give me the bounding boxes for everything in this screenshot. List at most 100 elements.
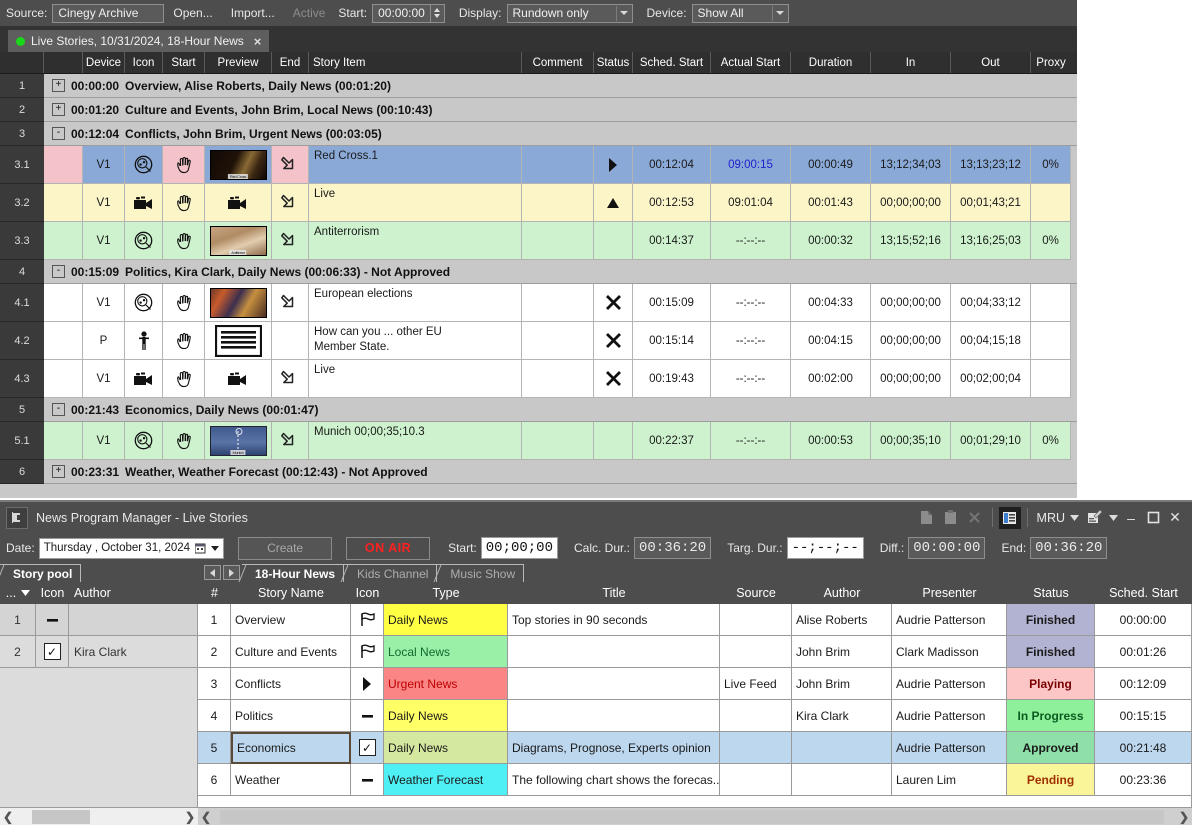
icon-cell[interactable]	[125, 184, 163, 222]
start-time-spin-buttons[interactable]	[430, 5, 444, 22]
close-icon[interactable]: ×	[254, 34, 262, 49]
start-time-spinner[interactable]: 00:00:00	[372, 4, 445, 23]
duration-cell[interactable]: 00:04:33	[791, 284, 871, 322]
out-cell[interactable]: 13;16;25;03	[951, 222, 1031, 260]
status-badge[interactable]: Finished	[1007, 636, 1095, 668]
icon-cell[interactable]	[351, 700, 384, 732]
col-sched-start[interactable]: Sched. Start	[633, 52, 711, 73]
group-row-content[interactable]: -00:21:43Economics, Daily News (00:01:47…	[44, 398, 1077, 422]
icon-cell[interactable]	[351, 764, 384, 796]
status-cell[interactable]	[594, 360, 633, 398]
author-cell[interactable]: Kira Clark	[792, 700, 892, 732]
story-name-cell[interactable]: Economics	[231, 732, 351, 764]
story-name-cell[interactable]: Conflicts	[231, 668, 351, 700]
comment-cell[interactable]	[522, 222, 594, 260]
properties-icon[interactable]	[999, 507, 1021, 529]
actual-start-cell[interactable]: --:--:--	[711, 284, 791, 322]
actual-start-cell[interactable]: --:--:--	[711, 422, 791, 460]
story-name-cell[interactable]: Politics	[231, 700, 351, 732]
rundown-group-row[interactable]: 2+00:01:20Culture and Events, John Brim,…	[0, 98, 1077, 122]
story-item-cell[interactable]: Live	[309, 184, 522, 222]
out-cell[interactable]: 00;02;00;04	[951, 360, 1031, 398]
tab-kids-channel[interactable]: Kids Channel	[344, 564, 437, 582]
proxy-cell[interactable]: 0%	[1031, 222, 1071, 260]
thumbnail-european-elections[interactable]	[210, 288, 267, 318]
flag-cell[interactable]	[44, 322, 83, 360]
icon-cell[interactable]	[125, 322, 163, 360]
npm-grid-row[interactable]: 4PoliticsDaily NewsKira ClarkAudrie Patt…	[198, 700, 1192, 732]
preview-cell[interactable]: Antiterror	[205, 222, 272, 260]
start-icon-cell[interactable]	[163, 360, 205, 398]
icon-cell[interactable]	[125, 146, 163, 184]
preview-cell[interactable]: Munich	[205, 422, 272, 460]
type-cell[interactable]: Daily News	[384, 732, 508, 764]
thumbnail-munich[interactable]: Munich	[210, 426, 267, 456]
proxy-cell[interactable]	[1031, 284, 1071, 322]
duration-cell[interactable]: 00:00:53	[791, 422, 871, 460]
sched-start-cell[interactable]: 00:19:43	[633, 360, 711, 398]
duration-cell[interactable]: 00:00:49	[791, 146, 871, 184]
copy-icon[interactable]	[916, 507, 938, 529]
type-cell[interactable]: Local News	[384, 636, 508, 668]
sched-start-cell[interactable]: 00:12:04	[633, 146, 711, 184]
scroll-thumb[interactable]	[220, 810, 1164, 824]
npm-grid-row[interactable]: 3ConflictsUrgent NewsLive FeedJohn BrimA…	[198, 668, 1192, 700]
rundown-item-row[interactable]: 5.1V1MunichMunich 00;00;35;10.300:22:37-…	[0, 422, 1077, 460]
type-cell[interactable]: Urgent News	[384, 668, 508, 700]
col-start[interactable]: Start	[163, 52, 205, 73]
icon-cell[interactable]	[125, 222, 163, 260]
comment-cell[interactable]	[522, 184, 594, 222]
col-proxy[interactable]: Proxy	[1031, 52, 1071, 73]
proxy-cell[interactable]: 0%	[1031, 422, 1071, 460]
end-icon-cell[interactable]	[272, 184, 309, 222]
proxy-cell[interactable]: 0%	[1031, 146, 1071, 184]
grid-col-title[interactable]: Title	[508, 582, 720, 604]
story-item-cell[interactable]: How can you ... other EU Member State.	[309, 322, 522, 360]
close-button[interactable]: ✕	[1164, 507, 1186, 529]
expander-toggle[interactable]: +	[52, 103, 65, 116]
npm-start-field[interactable]: 00;00;00	[481, 537, 558, 559]
preview-cell[interactable]	[205, 322, 272, 360]
rundown-item-row[interactable]: 3.3V1AntiterrorAntiterrorism00:14:37--:-…	[0, 222, 1077, 260]
start-icon-cell[interactable]	[163, 284, 205, 322]
start-icon-cell[interactable]	[163, 222, 205, 260]
settings-dropdown[interactable]	[1107, 515, 1120, 521]
icon-cell[interactable]	[351, 604, 384, 636]
thumbnail-red-cross[interactable]: Red Cross	[210, 150, 267, 180]
story-name-cell[interactable]: Overview	[231, 604, 351, 636]
display-select[interactable]: Rundown only	[507, 4, 633, 23]
source-cell[interactable]	[720, 604, 792, 636]
col-duration[interactable]: Duration	[791, 52, 871, 73]
preview-cell[interactable]: Red Cross	[205, 146, 272, 184]
sched-start-cell[interactable]: 00:21:48	[1095, 732, 1192, 764]
out-cell[interactable]: 00;01;43;21	[951, 184, 1031, 222]
comment-cell[interactable]	[522, 322, 594, 360]
icon-cell[interactable]	[351, 668, 384, 700]
in-cell[interactable]: 00;00;00;00	[871, 184, 951, 222]
device-select[interactable]: Show All	[692, 4, 789, 23]
scroll-right-icon[interactable]: ❯	[1179, 810, 1189, 824]
proxy-cell[interactable]	[1031, 184, 1071, 222]
scroll-thumb[interactable]	[32, 810, 90, 824]
flag-cell[interactable]	[44, 222, 83, 260]
npm-title-bar[interactable]: News Program Manager - Live Stories MRU	[0, 502, 1192, 533]
group-row-content[interactable]: -00:12:04Conflicts, John Brim, Urgent Ne…	[44, 122, 1077, 146]
comment-cell[interactable]	[522, 422, 594, 460]
npm-grid-row[interactable]: 2Culture and EventsLocal NewsJohn BrimCl…	[198, 636, 1192, 668]
create-button[interactable]: Create	[238, 537, 332, 560]
title-cell[interactable]	[508, 668, 720, 700]
flag-cell[interactable]	[44, 284, 83, 322]
in-cell[interactable]: 00;00;00;00	[871, 322, 951, 360]
author-cell[interactable]: Alise Roberts	[792, 604, 892, 636]
flag-cell[interactable]	[44, 146, 83, 184]
status-badge[interactable]: Approved	[1007, 732, 1095, 764]
story-pool-empty-area[interactable]	[0, 668, 198, 807]
comment-cell[interactable]	[522, 146, 594, 184]
actual-start-cell[interactable]: --:--:--	[711, 222, 791, 260]
npm-grid-hscrollbar[interactable]: ❮ ❯	[198, 807, 1192, 825]
rundown-group-row[interactable]: 3-00:12:04Conflicts, John Brim, Urgent N…	[0, 122, 1077, 146]
out-cell[interactable]: 00;01;29;10	[951, 422, 1031, 460]
tab-story-pool[interactable]: Story pool	[0, 564, 81, 582]
minimize-button[interactable]: –	[1120, 507, 1142, 529]
preview-cell[interactable]	[205, 184, 272, 222]
